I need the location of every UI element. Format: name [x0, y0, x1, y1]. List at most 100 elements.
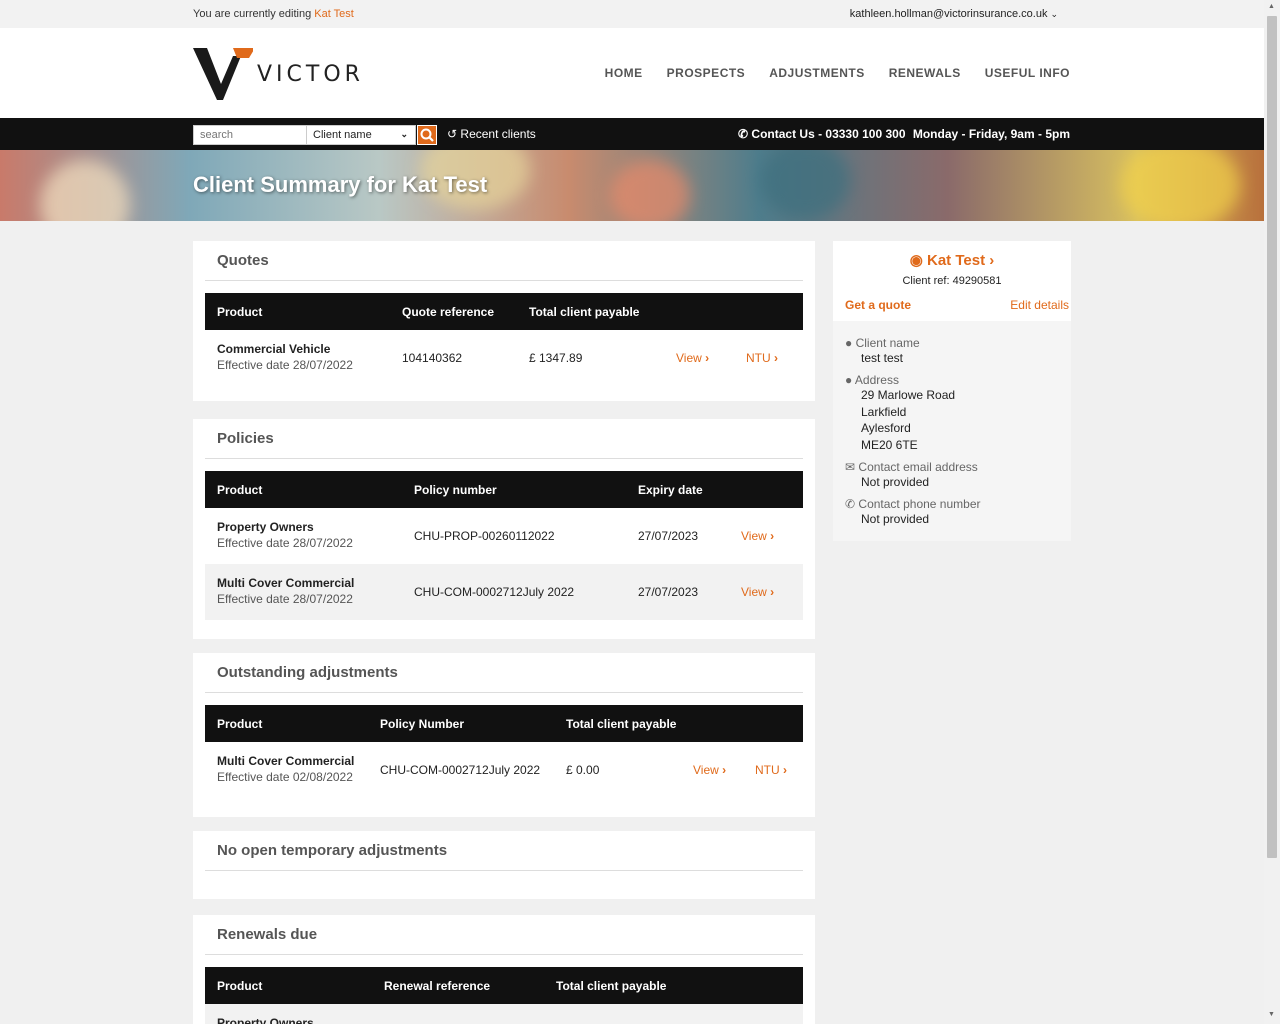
address-label: Address [854, 373, 899, 387]
chevron-right-icon: › [770, 529, 775, 543]
editing-client-link[interactable]: Kat Test [314, 8, 354, 20]
view-label: View [741, 585, 767, 599]
edit-details-link[interactable]: Edit details [1010, 298, 1069, 312]
divider [205, 954, 803, 955]
chevron-right-icon: › [783, 763, 788, 777]
search-type-select[interactable]: Client name ⌄ [306, 125, 416, 145]
client-name: Kat Test [927, 252, 986, 269]
page-scrollbar[interactable]: ▲ ▼ [1264, 0, 1280, 1024]
view-link[interactable]: View › [693, 763, 726, 777]
map-pin-icon: ● [845, 373, 853, 387]
quotes-card: Quotes Product Quote reference Total cli… [193, 241, 815, 401]
row-effective-date: Effective date 02/08/2022 [217, 770, 353, 784]
ntu-link[interactable]: NTU › [755, 763, 787, 777]
search-button[interactable] [417, 125, 437, 145]
quotes-title: Quotes [217, 252, 269, 269]
row-effective-date: Effective date 28/07/2022 [217, 592, 353, 606]
client-panel-header: ◉ Kat Test › Client ref: 49290581 Get a … [833, 241, 1071, 321]
temporary-adjustments-title: No open temporary adjustments [217, 842, 448, 859]
user-menu[interactable]: kathleen.hollman@victorinsurance.co.uk ⌄ [850, 8, 1058, 20]
nav-home[interactable]: HOME [605, 66, 643, 80]
logo-text: VICTOR [257, 62, 364, 87]
col-policy-number: Policy Number [380, 717, 465, 731]
divider [205, 870, 803, 871]
page-title: Client Summary for Kat Test [193, 172, 488, 197]
site-header: VICTOR HOME PROSPECTS ADJUSTMENTS RENEWA… [0, 28, 1264, 118]
get-quote-link[interactable]: Get a quote [845, 298, 911, 312]
client-name-value: test test [861, 351, 904, 365]
editing-notice: You are currently editing Kat Test [193, 8, 354, 20]
email-value: Not provided [861, 475, 930, 489]
row-product: Commercial Vehicle [217, 342, 331, 356]
col-product: Product [217, 717, 263, 731]
ntu-label: NTU [755, 763, 780, 777]
scroll-up-icon[interactable]: ▲ [1268, 3, 1275, 10]
col-expiry-date: Expiry date [638, 483, 703, 497]
nav-adjustments[interactable]: ADJUSTMENTS [769, 66, 865, 80]
row-policy-number: CHU-COM-0002712July 2022 [414, 585, 575, 599]
address-line: Larkfield [861, 404, 907, 419]
phone-icon: ✆ [738, 127, 749, 141]
view-link[interactable]: View › [676, 351, 709, 365]
client-name-field: ● Client name test test [845, 336, 920, 367]
row-product: Property Owners [217, 520, 314, 534]
person-icon: ● [845, 336, 853, 350]
renewals-card: Renewals due Product Renewal reference T… [193, 915, 815, 1024]
logo-mark-icon [193, 48, 255, 100]
address-line: 29 Marlowe Road [861, 388, 956, 402]
client-name-link[interactable]: ◉ Kat Test › [833, 251, 1071, 269]
divider [205, 692, 803, 693]
row-product: Multi Cover Commercial [217, 754, 355, 768]
top-bar: You are currently editing Kat Test kathl… [0, 0, 1264, 28]
table-row: Property Owners [205, 1004, 803, 1024]
search-bar: Client name ⌄ ↺ Recent clients ✆ Contact… [0, 118, 1264, 150]
ntu-link[interactable]: NTU › [746, 351, 778, 365]
row-policy-number: CHU-PROP-00260112022 [414, 529, 555, 543]
address-line: Aylesford [861, 421, 911, 435]
contact-info: ✆ Contact Us - 03330 100 300 Monday - Fr… [738, 127, 1070, 141]
view-link[interactable]: View › [741, 585, 774, 599]
chevron-down-icon: ⌄ [400, 129, 408, 139]
quotes-table-header: Product Quote reference Total client pay… [205, 293, 803, 330]
search-input[interactable] [193, 125, 307, 145]
phone-label: Contact phone number [858, 497, 981, 511]
view-label: View [676, 351, 702, 365]
policies-card: Policies Product Policy number Expiry da… [193, 419, 815, 639]
temporary-adjustments-card: No open temporary adjustments [193, 831, 815, 899]
history-icon: ↺ [447, 127, 458, 141]
table-row: Multi Cover Commercial Effective date 28… [205, 564, 803, 620]
scrollbar-thumb[interactable] [1267, 16, 1277, 858]
victor-logo[interactable]: VICTOR [193, 46, 360, 102]
col-quote-reference: Quote reference [402, 305, 495, 319]
scroll-down-icon[interactable]: ▼ [1268, 1011, 1275, 1018]
policies-title: Policies [217, 430, 274, 447]
adjustments-title: Outstanding adjustments [217, 664, 398, 681]
envelope-icon: ✉ [845, 460, 856, 474]
contact-hours: Monday - Friday, 9am - 5pm [912, 127, 1070, 141]
page-banner: Client Summary for Kat Test [0, 150, 1264, 221]
nav-useful-info[interactable]: USEFUL INFO [985, 66, 1070, 80]
adjustments-card: Outstanding adjustments Product Policy N… [193, 653, 815, 817]
col-total: Total client payable [556, 979, 667, 993]
row-expiry-date: 27/07/2023 [638, 529, 699, 543]
col-renewal-reference: Renewal reference [384, 979, 491, 993]
email-field: ✉ Contact email address Not provided [845, 460, 978, 491]
policies-table-header: Product Policy number Expiry date [205, 471, 803, 508]
nav-prospects[interactable]: PROSPECTS [667, 66, 746, 80]
col-product: Product [217, 305, 263, 319]
nav-renewals[interactable]: RENEWALS [889, 66, 961, 80]
address-line: ME20 6TE [861, 437, 918, 452]
table-row: Multi Cover Commercial Effective date 02… [205, 742, 803, 798]
recent-clients-link[interactable]: ↺ Recent clients [447, 127, 536, 141]
chevron-right-icon: › [774, 351, 779, 365]
client-panel: ◉ Kat Test › Client ref: 49290581 Get a … [833, 241, 1071, 541]
view-label: View [741, 529, 767, 543]
view-label: View [693, 763, 719, 777]
view-link[interactable]: View › [741, 529, 774, 543]
chevron-down-icon: ⌄ [1050, 9, 1058, 19]
editing-prefix: You are currently editing [193, 8, 312, 20]
table-row: Property Owners Effective date 28/07/202… [205, 508, 803, 564]
adjustments-table-header: Product Policy Number Total client payab… [205, 705, 803, 742]
chevron-right-icon: › [770, 585, 775, 599]
row-total: £ 1347.89 [529, 351, 583, 365]
